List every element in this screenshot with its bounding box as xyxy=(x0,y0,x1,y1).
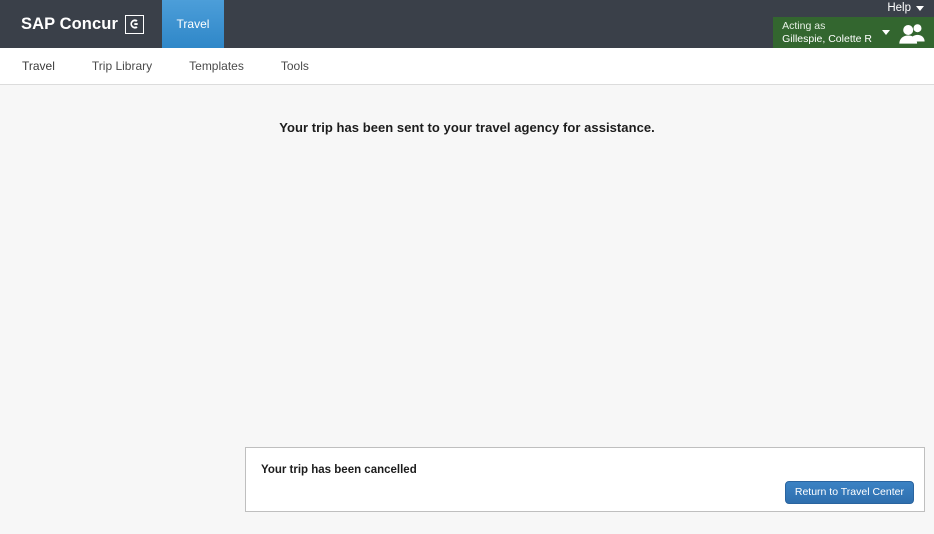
concur-c-logo-icon xyxy=(124,14,144,34)
trip-cancelled-text: Your trip has been cancelled xyxy=(261,464,417,476)
users-icon xyxy=(899,23,925,44)
chevron-down-icon xyxy=(916,6,924,11)
nav-item-trip-library[interactable]: Trip Library xyxy=(92,48,171,85)
product-tab-label: Travel xyxy=(176,17,210,31)
return-to-travel-center-button[interactable]: Return to Travel Center xyxy=(784,481,914,504)
product-tab-travel[interactable]: Travel xyxy=(161,0,224,48)
acting-as-name: Gillespie, Colette R xyxy=(782,32,872,45)
page-content: Your trip has been sent to your travel a… xyxy=(0,85,934,533)
top-header-bar: SAP Concur Travel Help Acting as Gillesp… xyxy=(0,0,934,48)
help-label: Help xyxy=(887,2,911,14)
header-right-cluster: Help Acting as Gillespie, Colette R xyxy=(773,0,934,48)
brand-name: SAP Concur xyxy=(21,14,118,33)
nav-item-tools[interactable]: Tools xyxy=(281,48,328,85)
page-status-message: Your trip has been sent to your travel a… xyxy=(279,120,655,135)
nav-item-travel[interactable]: Travel xyxy=(22,48,74,85)
brand-logo[interactable]: SAP Concur xyxy=(0,0,162,48)
help-menu-button[interactable]: Help xyxy=(887,0,934,16)
acting-as-label: Acting as xyxy=(782,20,826,32)
primary-navigation-bar: Travel Trip Library Templates Tools xyxy=(0,48,934,85)
nav-item-label: Tools xyxy=(280,58,309,73)
nav-item-label: Travel xyxy=(22,58,55,73)
nav-item-templates[interactable]: Templates xyxy=(189,48,263,85)
nav-item-label: Templates xyxy=(189,58,244,73)
chevron-down-icon xyxy=(882,30,890,35)
acting-as-selector[interactable]: Acting as Gillespie, Colette R xyxy=(773,17,934,48)
panel-actions: Return to Travel Center xyxy=(246,476,924,504)
acting-as-text: Acting as Gillespie, Colette R xyxy=(782,20,872,45)
caret-up-icon xyxy=(38,76,64,86)
nav-item-label: Trip Library xyxy=(91,58,153,73)
trip-cancelled-panel: Your trip has been cancelled Return to T… xyxy=(245,447,925,512)
